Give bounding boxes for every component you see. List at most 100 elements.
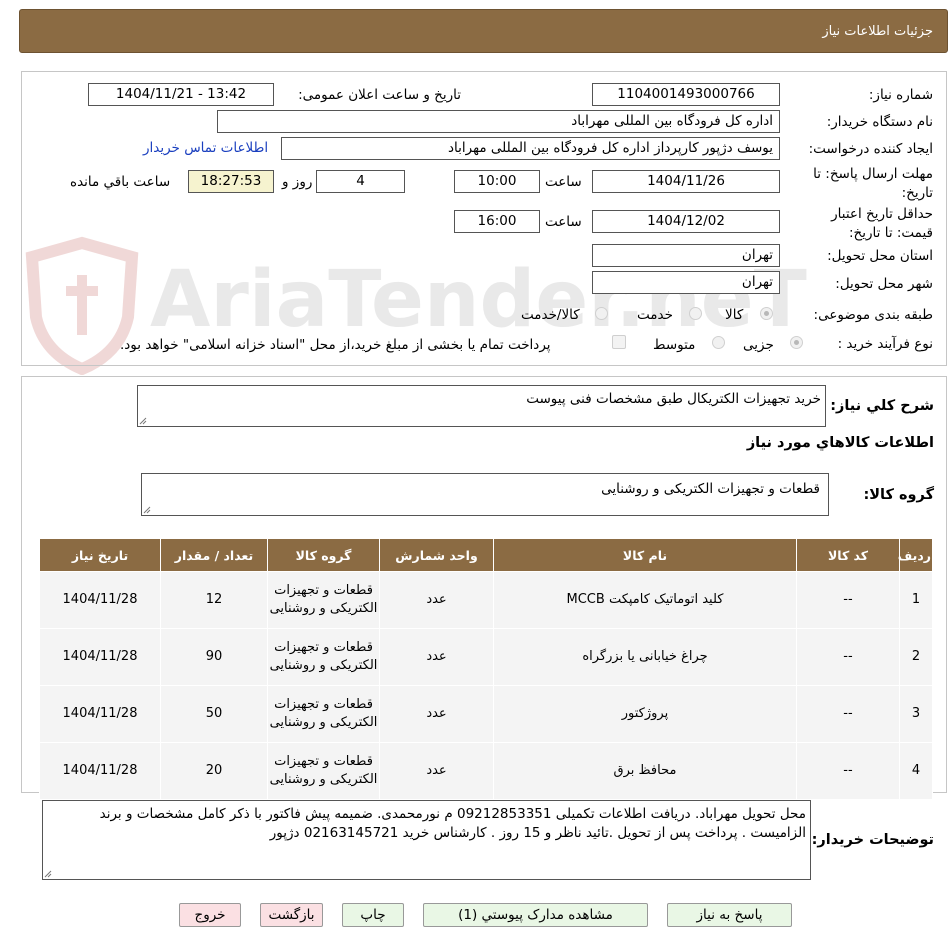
cell-need-date: 1404/11/28 bbox=[39, 742, 161, 800]
cell-item-name: چراغ خیابانی یا بزرگراه bbox=[493, 628, 797, 686]
deadline-date-field: 1404/11/26 bbox=[592, 170, 780, 193]
deadline-time-label: ساعت bbox=[545, 174, 582, 190]
validity-label: حداقل تاریخ اعتبار قیمت: تا تاریخ: bbox=[831, 206, 933, 241]
items-table: رديف کد کالا نام کالا واحد شمارش گروه کا… bbox=[39, 538, 933, 800]
days-field: 4 bbox=[316, 170, 405, 193]
deadline-time-field: 10:00 bbox=[454, 170, 540, 193]
summary-field: خرید تجهیزات الکتریکال طبق مشخصات فنی پی… bbox=[137, 385, 826, 427]
table-row: 1 -- کلید اتوماتیک کامپکت MCCB عدد قطعات… bbox=[39, 571, 933, 629]
city-field: تهران bbox=[592, 271, 780, 294]
header-item-code: کد کالا bbox=[796, 538, 900, 572]
cell-item-code: -- bbox=[796, 628, 900, 686]
goods-section-title: اطلاعات کالاهاي مورد نياز bbox=[746, 435, 934, 451]
category-radio-goods-service[interactable] bbox=[595, 307, 608, 320]
buyer-org-label: نام دستگاه خریدار: bbox=[826, 114, 933, 130]
goods-group-field: قطعات و تجهیزات الکتریکی و روشنایی bbox=[141, 473, 829, 516]
resize-grip-icon[interactable] bbox=[139, 417, 147, 425]
summary-label: شرح کلي نياز: bbox=[830, 398, 934, 414]
days-label: روز و bbox=[282, 174, 313, 190]
process-option-medium: متوسط bbox=[653, 337, 696, 353]
process-radio-medium[interactable] bbox=[712, 336, 725, 349]
goods-group-text: قطعات و تجهیزات الکتریکی و روشنایی bbox=[601, 481, 820, 497]
cell-item-code: -- bbox=[796, 571, 900, 629]
cell-item-name: محافظ برق bbox=[493, 742, 797, 800]
cell-item-name: کلید اتوماتیک کامپکت MCCB bbox=[493, 571, 797, 629]
validity-time-field: 16:00 bbox=[454, 210, 540, 233]
cell-item-code: -- bbox=[796, 742, 900, 800]
category-radio-goods[interactable] bbox=[760, 307, 773, 320]
header-item-name: نام کالا bbox=[493, 538, 797, 572]
announce-label: تاریخ و ساعت اعلان عمومی: bbox=[298, 87, 461, 103]
view-attachments-button[interactable]: مشاهده مدارک پیوستي (1) bbox=[423, 903, 648, 927]
resize-grip-icon[interactable] bbox=[143, 506, 151, 514]
buyer-notes-label: توضیحات خریدار: bbox=[811, 832, 934, 848]
category-option-goods: کالا bbox=[725, 307, 744, 323]
page-title: جزئیات اطلاعات نیاز bbox=[822, 24, 933, 39]
payment-note: پرداخت تمام یا بخشی از مبلغ خرید،از محل … bbox=[120, 337, 551, 353]
buyer-notes-text: محل تحویل مهراباد. دریافت اطلاعات تکمیلی… bbox=[99, 806, 806, 841]
cell-unit: عدد bbox=[379, 742, 494, 800]
exit-button[interactable]: خروج bbox=[179, 903, 241, 927]
city-label: شهر محل تحویل: bbox=[835, 276, 933, 292]
need-number-field: 1104001493000766 bbox=[592, 83, 780, 106]
process-radio-minor[interactable] bbox=[790, 336, 803, 349]
cell-need-date: 1404/11/28 bbox=[39, 571, 161, 629]
cell-unit: عدد bbox=[379, 685, 494, 743]
category-option-goods-service: کالا/خدمت bbox=[521, 307, 580, 323]
header-unit: واحد شمارش bbox=[379, 538, 494, 572]
summary-text: خرید تجهیزات الکتریکال طبق مشخصات فنی پی… bbox=[526, 391, 821, 407]
category-radio-service[interactable] bbox=[689, 307, 702, 320]
cell-item-group: قطعات و تجهیزات الکتریکی و روشنایی bbox=[267, 571, 380, 629]
contact-info-link[interactable]: اطلاعات تماس خریدار bbox=[143, 140, 268, 156]
creator-field: یوسف دژپور کارپرداز اداره کل فرودگاه بین… bbox=[281, 137, 780, 160]
cell-quantity: 90 bbox=[160, 628, 268, 686]
category-option-service: خدمت bbox=[637, 307, 673, 323]
cell-item-group: قطعات و تجهیزات الکتریکی و روشنایی bbox=[267, 628, 380, 686]
cell-item-name: پروژکتور bbox=[493, 685, 797, 743]
payment-checkbox[interactable] bbox=[612, 335, 626, 349]
process-option-minor: جزیی bbox=[743, 337, 774, 353]
validity-time-label: ساعت bbox=[545, 214, 582, 230]
need-number-label: شماره نیاز: bbox=[868, 87, 933, 103]
province-label: استان محل تحویل: bbox=[827, 248, 933, 264]
cell-row-number: 2 bbox=[899, 628, 933, 686]
reply-button[interactable]: پاسخ به نیاز bbox=[667, 903, 792, 927]
category-label: طبقه بندی موضوعی: bbox=[813, 307, 933, 323]
province-field: تهران bbox=[592, 244, 780, 267]
header-quantity: تعداد / مقدار bbox=[160, 538, 268, 572]
table-header-row: رديف کد کالا نام کالا واحد شمارش گروه کا… bbox=[39, 538, 933, 572]
buyer-org-field: اداره کل فرودگاه بین المللی مهراباد bbox=[217, 110, 780, 133]
process-label: نوع فرآیند خرید : bbox=[837, 336, 933, 352]
print-button[interactable]: چاپ bbox=[342, 903, 404, 927]
deadline-label: مهلت ارسال پاسخ: تا تاریخ: bbox=[813, 166, 933, 201]
cell-item-code: -- bbox=[796, 685, 900, 743]
header-row-number: رديف bbox=[898, 538, 933, 572]
table-row: 2 -- چراغ خیابانی یا بزرگراه عدد قطعات و… bbox=[39, 628, 933, 686]
table-row: 3 -- پروژکتور عدد قطعات و تجهیزات الکتری… bbox=[39, 685, 933, 743]
cell-item-group: قطعات و تجهیزات الکتریکی و روشنایی bbox=[267, 685, 380, 743]
header-need-date: تاریخ نیاز bbox=[39, 538, 161, 572]
cell-need-date: 1404/11/28 bbox=[39, 685, 161, 743]
cell-row-number: 1 bbox=[899, 571, 933, 629]
cell-row-number: 3 bbox=[899, 685, 933, 743]
creator-label: ایجاد کننده درخواست: bbox=[808, 141, 933, 157]
cell-unit: عدد bbox=[379, 571, 494, 629]
cell-row-number: 4 bbox=[899, 742, 933, 800]
remaining-time-label: ساعت باقي مانده bbox=[70, 174, 171, 190]
cell-need-date: 1404/11/28 bbox=[39, 628, 161, 686]
cell-unit: عدد bbox=[379, 628, 494, 686]
cell-item-group: قطعات و تجهیزات الکتریکی و روشنایی bbox=[267, 742, 380, 800]
back-button[interactable]: بازگشت bbox=[260, 903, 323, 927]
cell-quantity: 12 bbox=[160, 571, 268, 629]
buyer-notes-field: محل تحویل مهراباد. دریافت اطلاعات تکمیلی… bbox=[42, 800, 811, 880]
validity-date-field: 1404/12/02 bbox=[592, 210, 780, 233]
header-item-group: گروه کالا bbox=[267, 538, 380, 572]
table-row: 4 -- محافظ برق عدد قطعات و تجهیزات الکتر… bbox=[39, 742, 933, 800]
announce-field: 1404/11/21 - 13:42 bbox=[88, 83, 274, 106]
cell-quantity: 50 bbox=[160, 685, 268, 743]
resize-grip-icon[interactable] bbox=[44, 870, 52, 878]
cell-quantity: 20 bbox=[160, 742, 268, 800]
remaining-time-field: 18:27:53 bbox=[188, 170, 274, 193]
page-header: جزئیات اطلاعات نیاز bbox=[19, 9, 948, 53]
goods-group-label: گروه کالا: bbox=[863, 487, 934, 503]
